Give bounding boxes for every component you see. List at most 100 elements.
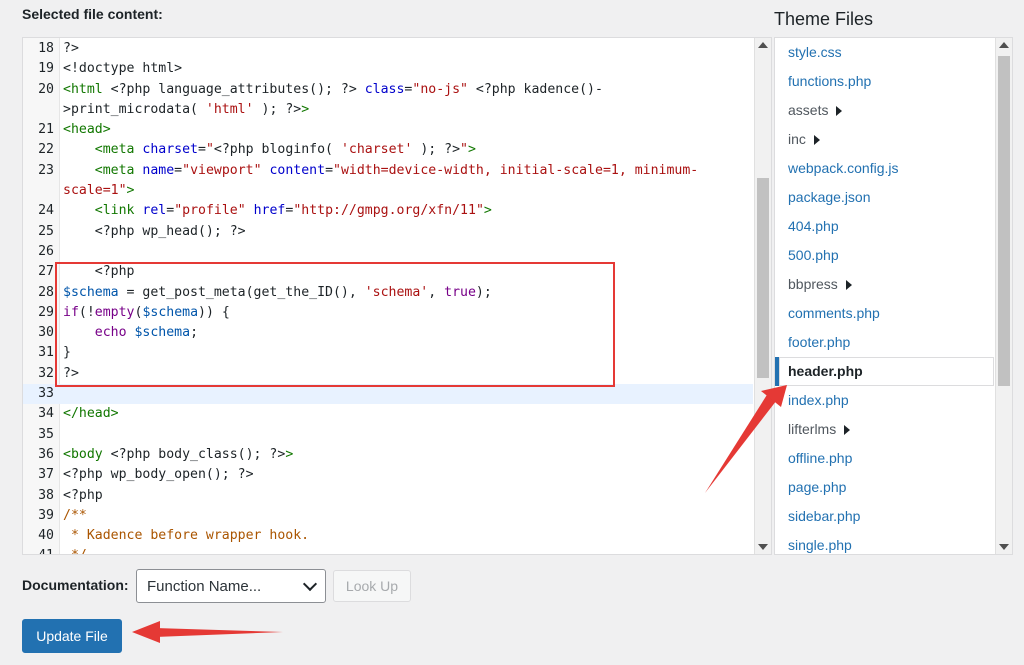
line-number: 32 [38,365,54,381]
code-token: <?php wp_body_open(); ?> [63,467,254,483]
code-token: <?php language_attributes(); ?> [110,81,365,97]
code-token: >print_microdata( [63,101,206,117]
scroll-up-icon[interactable] [758,42,768,48]
code-line[interactable]: 35 [23,425,753,445]
code-token: " [460,142,468,158]
documentation-label: Documentation: [22,577,129,593]
file-item-label: bbpress [788,276,838,292]
chevron-down-icon [302,576,318,592]
code-line[interactable]: 24 <link rel="profile" href="http://gmpg… [23,201,753,221]
line-text: <head> [63,120,111,140]
code-token: <?php kadence()- [467,81,603,97]
file-item-label: package.json [788,189,871,205]
code-token: content [269,162,326,178]
code-token: rel [142,203,167,219]
file-list: style.css functions.php assets inc webpack.c… [775,38,994,554]
code-line[interactable]: 19 <!doctype html> [23,59,753,79]
line-number: 34 [38,406,54,422]
code-token: <?php [63,487,103,503]
function-name-select[interactable]: Function Name... [136,569,326,603]
code-token: "no-js" [412,81,468,97]
code-token: <head> [63,122,111,138]
look-up-button[interactable]: Look Up [333,570,411,602]
file-item-label: 404.php [788,218,839,234]
line-number: 24 [38,203,54,219]
line-number: 31 [38,345,54,361]
folder-item[interactable]: bbpress [775,270,994,299]
line-number: 26 [38,243,54,259]
code-token: > [468,142,476,158]
code-line[interactable]: 37 <?php wp_body_open(); ?> [23,465,753,485]
code-token: </head> [63,406,119,422]
file-item[interactable]: 404.php [775,212,994,241]
code-line[interactable]: 25 <?php wp_head(); ?> [23,222,753,242]
file-item[interactable]: 500.php [775,241,994,270]
code-token: > [285,446,294,462]
code-token: <body [63,446,111,462]
line-text: scale=1"> [63,181,134,201]
file-item[interactable]: style.css [775,38,994,67]
code-token: = [325,162,334,178]
caret-right-icon [845,280,852,291]
code-token: <?php body_class(); ?> [110,446,286,462]
editor-scroll-thumb[interactable] [757,178,769,378]
line-number: 40 [38,528,54,544]
file-item[interactable]: single.php [775,531,994,554]
line-number: 22 [38,142,54,158]
line-text: <?php wp_head(); ?> [63,222,246,242]
file-item[interactable]: comments.php [775,299,994,328]
line-text: <meta name="viewport" content="width=dev… [63,161,698,181]
code-line[interactable]: scale=1"> [23,181,753,201]
file-item[interactable]: webpack.config.js [775,154,994,183]
scroll-down-icon[interactable] [758,544,768,550]
file-item[interactable]: index.php [775,386,994,415]
code-token: 'charset' [340,142,413,158]
editor-scrollbar[interactable] [754,38,771,554]
files-scrollbar[interactable] [995,38,1012,554]
code-line[interactable]: >print_microdata( 'html' ); ?>> [23,100,753,120]
file-item[interactable]: page.php [775,473,994,502]
code-line[interactable]: 18 ?> [23,39,753,59]
file-item[interactable]: header.php [775,357,994,386]
code-token: > [483,203,492,219]
update-file-button[interactable]: Update File [22,619,122,653]
code-line[interactable]: 21 <head> [23,120,753,140]
code-line[interactable]: 39 /** [23,506,753,526]
folder-item[interactable]: lifterlms [775,415,994,444]
code-token: class [364,81,405,97]
file-item[interactable]: package.json [775,183,994,212]
code-token: > [126,183,135,199]
code-line[interactable]: 38 <?php [23,486,753,506]
files-scroll-thumb[interactable] [998,56,1010,386]
folder-item[interactable]: inc [775,125,994,154]
file-item[interactable]: sidebar.php [775,502,994,531]
folder-item[interactable]: assets [775,96,994,125]
line-number: 27 [38,264,54,280]
code-line[interactable]: 40 * Kadence before wrapper hook. [23,526,753,546]
scroll-up-icon[interactable] [999,42,1009,48]
line-number: 36 [38,446,54,462]
scroll-down-icon[interactable] [999,544,1009,550]
code-line[interactable]: 34 </head> [23,404,753,424]
code-line[interactable]: 23 <meta name="viewport" content="width=… [23,161,753,181]
code-line[interactable]: 22 <meta charset="<?php bloginfo( 'chars… [23,140,753,160]
code-line[interactable]: 41 */ [23,546,753,554]
file-item[interactable]: functions.php [775,67,994,96]
code-line[interactable]: 36 <body <?php body_class(); ?>> [23,445,753,465]
line-text: </head> [63,404,119,424]
arrow-to-update-button [132,621,283,643]
theme-files-panel: style.css functions.php assets inc webpack.c… [774,37,1013,555]
line-number: 39 [38,507,54,523]
file-item-label: sidebar.php [788,508,861,524]
code-line[interactable]: 20 <html <?php language_attributes(); ?> … [23,80,753,100]
line-number: 33 [38,386,54,402]
file-item[interactable]: footer.php [775,328,994,357]
file-item[interactable]: offline.php [775,444,994,473]
function-name-select-value: Function Name... [147,578,262,595]
code-line[interactable]: 26 [23,242,753,262]
file-item-label: style.css [788,44,842,60]
code-token: ?> [63,41,79,56]
code-line[interactable]: 33 [23,384,753,405]
